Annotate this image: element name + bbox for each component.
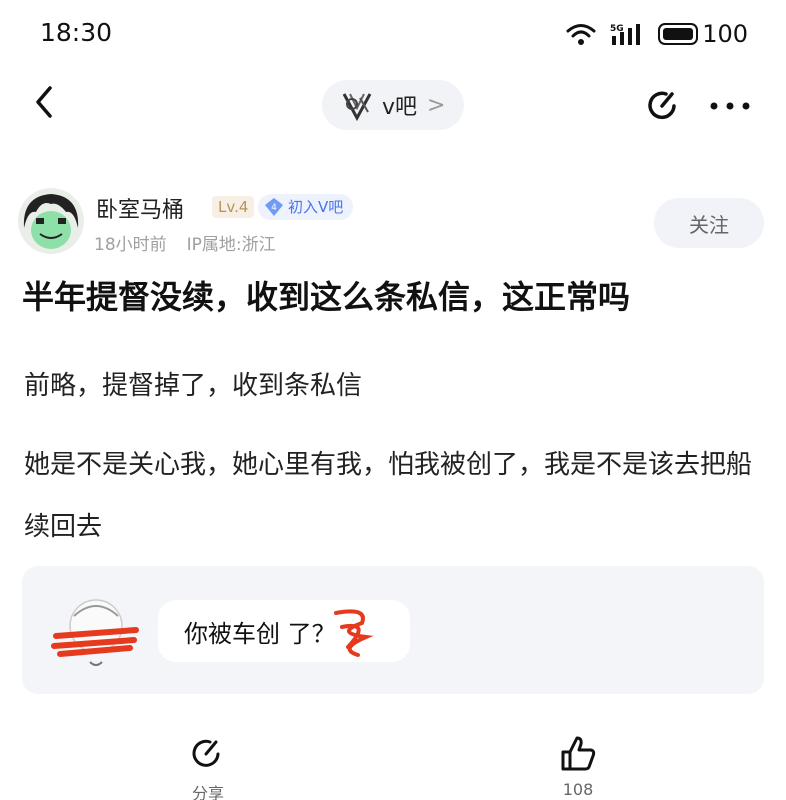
- signal-icon: 5G: [610, 24, 641, 45]
- like-button[interactable]: 108: [546, 728, 610, 800]
- level-badge: Lv.4: [212, 196, 255, 218]
- author-row: 卧室马桶 Lv.4 4 初入V吧 18小时前 IP属地:浙江 关注: [18, 188, 768, 258]
- post-time: 18小时前: [94, 235, 167, 255]
- edit-icon[interactable]: [644, 86, 684, 126]
- post-meta: 18小时前 IP属地:浙江: [94, 230, 276, 255]
- back-icon[interactable]: [30, 82, 60, 122]
- battery-icon: 100: [658, 20, 748, 48]
- message-text: 你被车创 了？: [184, 619, 336, 648]
- like-count: 108: [562, 780, 594, 799]
- forum-name: v吧: [382, 95, 418, 120]
- diamond-icon: 4: [265, 198, 283, 216]
- share-button[interactable]: 分享: [176, 728, 240, 800]
- nav-bar: v吧 >: [0, 74, 786, 134]
- member-level: 4: [271, 203, 277, 213]
- red-scribble: [334, 609, 374, 657]
- like-icon: [561, 736, 596, 771]
- status-bar: 18:30 5G 100: [0, 0, 786, 66]
- member-badge: 4 初入V吧: [258, 194, 354, 220]
- member-badge-label: 初入V吧: [288, 198, 344, 216]
- forum-logo-icon: [342, 93, 372, 122]
- redacted-avatar: [51, 599, 139, 666]
- wifi-icon: [566, 24, 596, 45]
- post-paragraph: 前略，提督掉了，收到条私信: [24, 371, 363, 401]
- chevron-right-icon: >: [427, 92, 446, 118]
- quoted-message-image[interactable]: 你被车创 了？: [22, 566, 764, 694]
- status-icons: 5G 100: [566, 20, 748, 48]
- post-paragraph: 她是不是关心我，她心里有我，怕我被创了，我是不是该去把船续回去: [24, 450, 753, 542]
- avatar[interactable]: [18, 188, 84, 254]
- author-name[interactable]: 卧室马桶: [96, 192, 184, 224]
- more-icon[interactable]: [708, 86, 752, 126]
- follow-button[interactable]: 关注: [654, 198, 764, 248]
- ip-location: IP属地:浙江: [186, 235, 276, 255]
- forum-pill[interactable]: v吧 >: [322, 80, 464, 130]
- battery-level: 100: [702, 20, 748, 48]
- share-icon: [192, 739, 220, 767]
- status-time: 18:30: [40, 18, 113, 47]
- message-bubble: 你被车创 了？: [158, 600, 410, 662]
- bottom-action-bar: 分享 108: [0, 728, 786, 800]
- post-title: 半年提督没续，收到这么条私信，这正常吗: [22, 278, 631, 316]
- share-label: 分享: [191, 784, 224, 800]
